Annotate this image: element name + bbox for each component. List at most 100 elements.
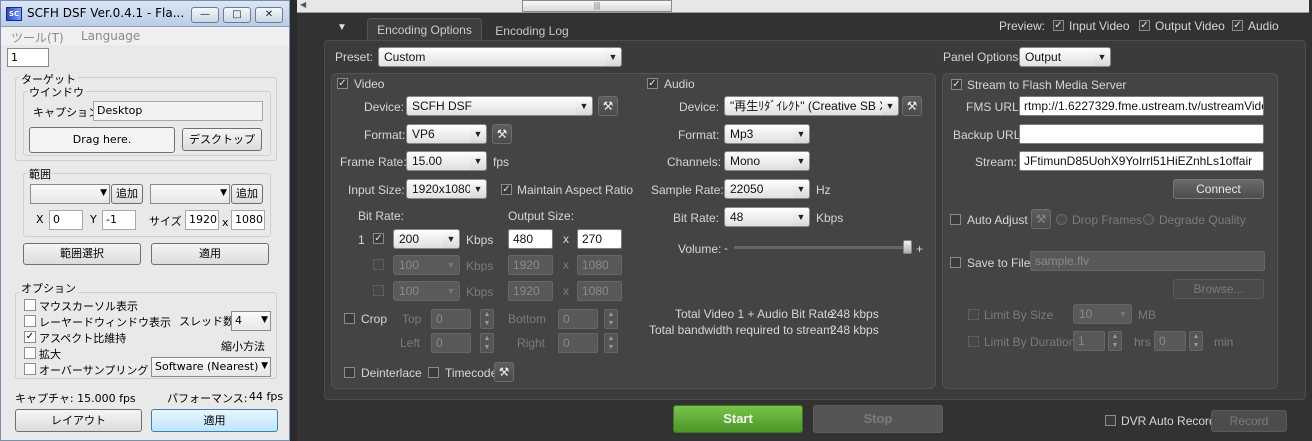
row-1-height-field[interactable]: 270	[577, 229, 622, 249]
preset-select[interactable]: Custom ▼	[378, 47, 622, 67]
minimize-button[interactable]: —	[191, 7, 219, 23]
range-apply-button[interactable]: 適用	[151, 243, 269, 265]
preview-output-video-checkbox[interactable]: ✓	[1139, 20, 1150, 31]
row-3-bitrate-select[interactable]: 100 ▼	[393, 281, 460, 301]
fms-url-field[interactable]: rtmp://1.6227329.fme.ustream.tv/ustreamV…	[1019, 96, 1264, 116]
duration-hours-field[interactable]: 1	[1073, 331, 1105, 351]
dvr-auto-record-checkbox[interactable]	[1105, 415, 1116, 426]
checkbox-layered-window[interactable]	[24, 315, 36, 327]
checkbox-enlarge[interactable]	[24, 347, 36, 359]
height-field[interactable]: 1080	[231, 210, 265, 230]
layout-button[interactable]: レイアウト	[15, 409, 142, 432]
crop-right-spinner-icon[interactable]: ▲ ▼	[604, 333, 618, 353]
audio-checkbox[interactable]: ✓	[647, 78, 658, 89]
row-2-width-field[interactable]: 1920	[508, 255, 553, 275]
preview-audio-checkbox[interactable]: ✓	[1232, 20, 1243, 31]
file-path-field[interactable]: sample.flv	[1030, 251, 1265, 271]
checkbox-mouse-cursor[interactable]	[24, 299, 36, 311]
preview-input-video-checkbox[interactable]: ✓	[1053, 20, 1064, 31]
row-1-bitrate-select[interactable]: 200 ▼	[393, 229, 460, 249]
horizontal-scrollbar[interactable]: ◀ |||	[297, 0, 1309, 13]
x-field[interactable]: 0	[49, 210, 83, 230]
collapse-triangle-icon[interactable]: ▼	[337, 22, 347, 33]
degrade-quality-radio[interactable]	[1143, 214, 1154, 225]
crop-bottom-field[interactable]: 0	[558, 309, 598, 329]
limit-duration-checkbox[interactable]	[968, 336, 979, 347]
row-3-height-field[interactable]: 1080	[577, 281, 622, 301]
range-select-button[interactable]: 範囲選択	[23, 243, 141, 265]
hours-spinner-icon[interactable]: ▲ ▼	[1108, 331, 1122, 351]
deinterlace-checkbox[interactable]	[344, 367, 355, 378]
limit-size-checkbox[interactable]	[968, 309, 979, 320]
add-button-1[interactable]: 追加	[111, 184, 143, 204]
checkbox-keep-aspect[interactable]: ✓	[24, 331, 36, 343]
video-format-select[interactable]: VP6 ▼	[406, 124, 487, 144]
thread-count-select[interactable]: 4 ▼	[231, 311, 271, 331]
close-button[interactable]: ✕	[255, 7, 283, 23]
desktop-button[interactable]: デスクトップ	[182, 128, 262, 151]
tab-encoding-options[interactable]: Encoding Options	[367, 18, 482, 40]
drag-here-area[interactable]: Drag here.	[29, 127, 175, 153]
audio-bit-rate-select[interactable]: 48 ▼	[724, 207, 810, 227]
apply-button[interactable]: 適用	[151, 409, 278, 432]
row-2-bitrate-select[interactable]: 100 ▼	[393, 255, 460, 275]
row-2-checkbox[interactable]	[373, 259, 384, 270]
video-device-wrench-icon[interactable]: ⚒	[598, 96, 618, 116]
stream-name-field[interactable]: JFtimunD85UohX9YoIrrl51HiEZnhLs1offair	[1019, 151, 1264, 171]
panel-options-select[interactable]: Output ▼	[1019, 47, 1111, 67]
maximize-button[interactable]: □	[223, 7, 251, 23]
preset-number-field[interactable]: 1	[7, 48, 49, 67]
minutes-spinner-icon[interactable]: ▲ ▼	[1189, 331, 1203, 351]
scrollbar-thumb[interactable]: |||	[522, 0, 672, 12]
width-field[interactable]: 1920	[185, 210, 219, 230]
range-combo-2[interactable]: ▼	[150, 184, 230, 204]
start-button[interactable]: Start	[673, 405, 803, 433]
audio-format-select[interactable]: Mp3 ▼	[724, 124, 810, 144]
auto-adjust-checkbox[interactable]	[950, 214, 961, 225]
crop-left-spinner-icon[interactable]: ▲ ▼	[480, 333, 494, 353]
crop-checkbox[interactable]	[344, 313, 355, 324]
duration-minutes-field[interactable]: 0	[1154, 331, 1186, 351]
timecode-checkbox[interactable]	[428, 367, 439, 378]
record-button[interactable]: Record	[1211, 410, 1287, 432]
connect-button[interactable]: Connect	[1173, 179, 1264, 199]
row-1-width-field[interactable]: 480	[508, 229, 553, 249]
add-button-2[interactable]: 追加	[231, 184, 263, 204]
row-2-height-field[interactable]: 1080	[577, 255, 622, 275]
range-combo-1[interactable]: ▼	[30, 184, 110, 204]
crop-left-field[interactable]: 0	[431, 333, 471, 353]
volume-slider-thumb[interactable]	[903, 240, 912, 254]
stream-fms-checkbox[interactable]: ✓	[951, 79, 962, 90]
drop-frames-radio[interactable]	[1056, 214, 1067, 225]
limit-size-select[interactable]: 10 ▼	[1073, 304, 1132, 324]
crop-right-field[interactable]: 0	[558, 333, 598, 353]
menu-language[interactable]: Language	[81, 29, 140, 43]
video-checkbox[interactable]: ✓	[337, 78, 348, 89]
checkbox-oversampling[interactable]	[24, 363, 36, 375]
crop-top-spinner-icon[interactable]: ▲ ▼	[480, 309, 494, 329]
caption-field[interactable]: Desktop	[93, 101, 263, 121]
scroll-left-arrow-icon[interactable]: ◀	[300, 0, 306, 9]
row-3-checkbox[interactable]	[373, 285, 384, 296]
crop-top-field[interactable]: 0	[431, 309, 471, 329]
scale-method-select[interactable]: Software (Nearest) ▼	[151, 357, 271, 377]
row-3-width-field[interactable]: 1920	[508, 281, 553, 301]
frame-rate-select[interactable]: 15.00 ▼	[406, 151, 487, 171]
auto-adjust-wrench-icon[interactable]: ⚒	[1031, 209, 1051, 229]
tab-encoding-log[interactable]: Encoding Log	[487, 20, 577, 42]
row-1-checkbox[interactable]: ✓	[373, 233, 384, 244]
audio-device-wrench-icon[interactable]: ⚒	[902, 96, 922, 116]
timecode-wrench-icon[interactable]: ⚒	[494, 362, 514, 382]
volume-slider-track[interactable]	[734, 246, 912, 249]
save-to-file-checkbox[interactable]	[950, 257, 961, 268]
y-field[interactable]: -1	[102, 210, 136, 230]
sample-rate-select[interactable]: 22050 ▼	[724, 179, 810, 199]
audio-device-select[interactable]: "再生ﾘﾀﾞｲﾚｸﾄ" (Creative SB X- ▼	[724, 96, 899, 116]
channels-select[interactable]: Mono ▼	[724, 151, 810, 171]
menu-tools[interactable]: ツール(T)	[11, 29, 64, 46]
video-device-select[interactable]: SCFH DSF ▼	[406, 96, 593, 116]
crop-bottom-spinner-icon[interactable]: ▲ ▼	[604, 309, 618, 329]
backup-url-field[interactable]	[1019, 124, 1264, 144]
input-size-select[interactable]: 1920x1080 ▼	[406, 179, 487, 199]
maintain-aspect-checkbox[interactable]: ✓	[501, 184, 512, 195]
